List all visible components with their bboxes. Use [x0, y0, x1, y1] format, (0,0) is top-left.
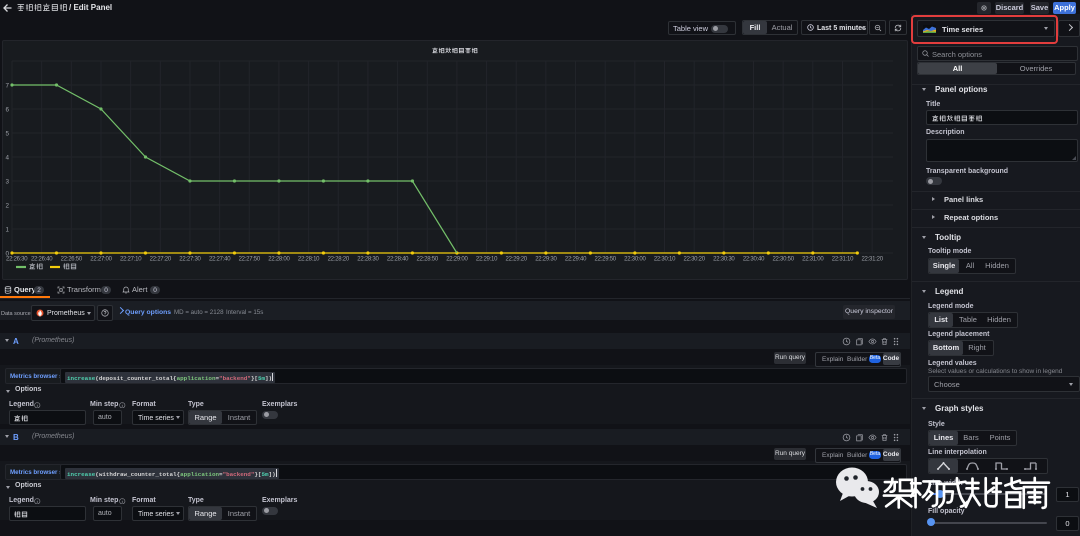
svg-text:1: 1 — [5, 226, 9, 233]
svg-text:22:30:30: 22:30:30 — [713, 257, 735, 263]
svg-text:22:30:10: 22:30:10 — [654, 257, 676, 263]
svg-text:22:27:20: 22:27:20 — [150, 257, 172, 263]
svg-text:22:26:50: 22:26:50 — [61, 257, 83, 263]
svg-text:22:29:00: 22:29:00 — [446, 257, 468, 263]
svg-text:22:31:20: 22:31:20 — [861, 257, 883, 263]
svg-text:22:27:10: 22:27:10 — [120, 257, 142, 263]
svg-text:22:26:40: 22:26:40 — [31, 257, 53, 263]
svg-text:22:27:50: 22:27:50 — [239, 257, 261, 263]
svg-text:22:29:30: 22:29:30 — [535, 257, 557, 263]
svg-text:2: 2 — [5, 202, 9, 209]
svg-text:22:29:10: 22:29:10 — [476, 257, 498, 263]
svg-text:22:31:00: 22:31:00 — [802, 257, 824, 263]
svg-text:22:27:00: 22:27:00 — [90, 257, 112, 263]
svg-text:22:29:40: 22:29:40 — [565, 257, 587, 263]
svg-text:22:30:20: 22:30:20 — [684, 257, 706, 263]
svg-text:22:29:20: 22:29:20 — [506, 257, 528, 263]
svg-text:22:29:50: 22:29:50 — [595, 257, 617, 263]
svg-text:22:28:30: 22:28:30 — [357, 257, 379, 263]
svg-text:4: 4 — [5, 154, 9, 161]
svg-text:22:28:10: 22:28:10 — [298, 257, 320, 263]
svg-text:22:30:00: 22:30:00 — [624, 257, 646, 263]
svg-text:7: 7 — [5, 82, 9, 89]
svg-text:6: 6 — [5, 106, 9, 113]
svg-text:22:28:40: 22:28:40 — [387, 257, 409, 263]
svg-text:0: 0 — [5, 250, 9, 257]
svg-text:22:26:30: 22:26:30 — [6, 257, 28, 263]
svg-text:3: 3 — [5, 178, 9, 185]
svg-text:22:27:30: 22:27:30 — [179, 257, 201, 263]
svg-text:22:31:10: 22:31:10 — [832, 257, 854, 263]
svg-text:22:30:40: 22:30:40 — [743, 257, 765, 263]
svg-text:5: 5 — [5, 130, 9, 137]
svg-text:22:28:00: 22:28:00 — [268, 257, 290, 263]
svg-text:22:30:50: 22:30:50 — [772, 257, 794, 263]
svg-text:22:27:40: 22:27:40 — [209, 257, 231, 263]
svg-text:22:28:50: 22:28:50 — [417, 257, 439, 263]
svg-text:22:28:20: 22:28:20 — [328, 257, 350, 263]
